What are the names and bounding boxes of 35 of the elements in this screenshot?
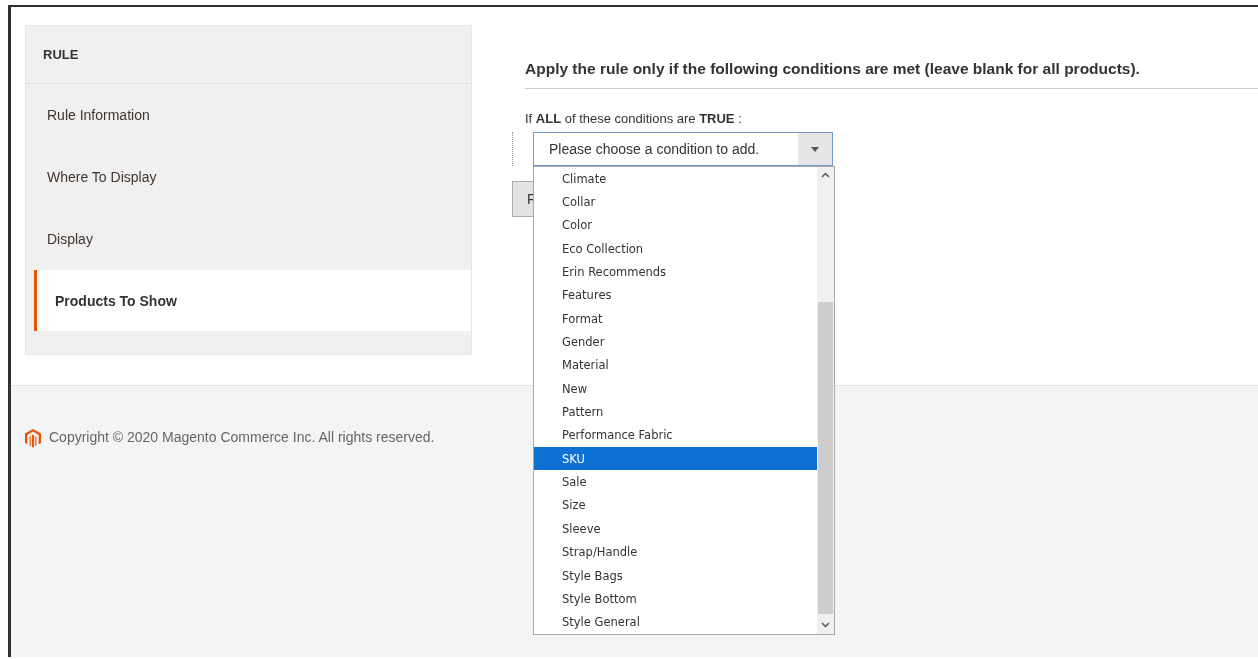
dropdown-option[interactable]: SKU: [534, 447, 817, 471]
condition-text: If ALL of these conditions are TRUE :: [525, 111, 743, 126]
dropdown-option[interactable]: Collar: [534, 190, 817, 214]
scroll-down-icon[interactable]: [821, 622, 830, 628]
dropdown-option[interactable]: Color: [534, 213, 817, 238]
magento-logo-icon: [25, 429, 41, 448]
dropdown-option[interactable]: Performance Fabric: [534, 423, 817, 448]
section-heading: Apply the rule only if the following conditions are met (leave blank for all products).: [525, 60, 1258, 89]
dropdown-option[interactable]: Format: [534, 307, 817, 331]
sidebar-item[interactable]: Display: [26, 208, 471, 270]
sidebar-item[interactable]: Where To Display: [26, 146, 471, 208]
dropdown-option[interactable]: Sleeve: [534, 517, 817, 541]
dropdown-option[interactable]: Pattern: [534, 400, 817, 424]
dropdown-option[interactable]: Style Bags: [534, 563, 817, 588]
sidebar-item[interactable]: Products To Show: [34, 270, 471, 331]
scroll-up-icon[interactable]: [821, 172, 830, 178]
copyright-text: Copyright © 2020 Magento Commerce Inc. All rights reserved.: [49, 429, 435, 445]
dropdown-option[interactable]: Style General: [534, 610, 817, 634]
condition-select[interactable]: Please choose a condition to add.: [533, 132, 833, 166]
dropdown-option[interactable]: Gender: [534, 330, 817, 354]
dropdown-option[interactable]: New: [534, 377, 817, 401]
dropdown-option[interactable]: Style Bottom: [534, 587, 817, 611]
dropdown-option[interactable]: Material: [534, 353, 817, 378]
sidebar-item[interactable]: Rule Information: [26, 84, 471, 146]
dropdown-option[interactable]: Erin Recommends: [534, 260, 817, 284]
scroll-thumb[interactable]: [818, 302, 833, 614]
dropdown-option[interactable]: Size: [534, 493, 817, 518]
dropdown-option[interactable]: Strap/Handle: [534, 540, 817, 564]
scrollbar[interactable]: [817, 167, 834, 634]
dropdown-option[interactable]: Climate: [534, 167, 817, 191]
dropdown-option[interactable]: Eco Collection: [534, 237, 817, 261]
sidebar-title: RULE: [26, 26, 471, 84]
dropdown-option[interactable]: Sale: [534, 470, 817, 494]
dropdown-option[interactable]: Features: [534, 283, 817, 308]
caret-icon: [798, 133, 832, 165]
